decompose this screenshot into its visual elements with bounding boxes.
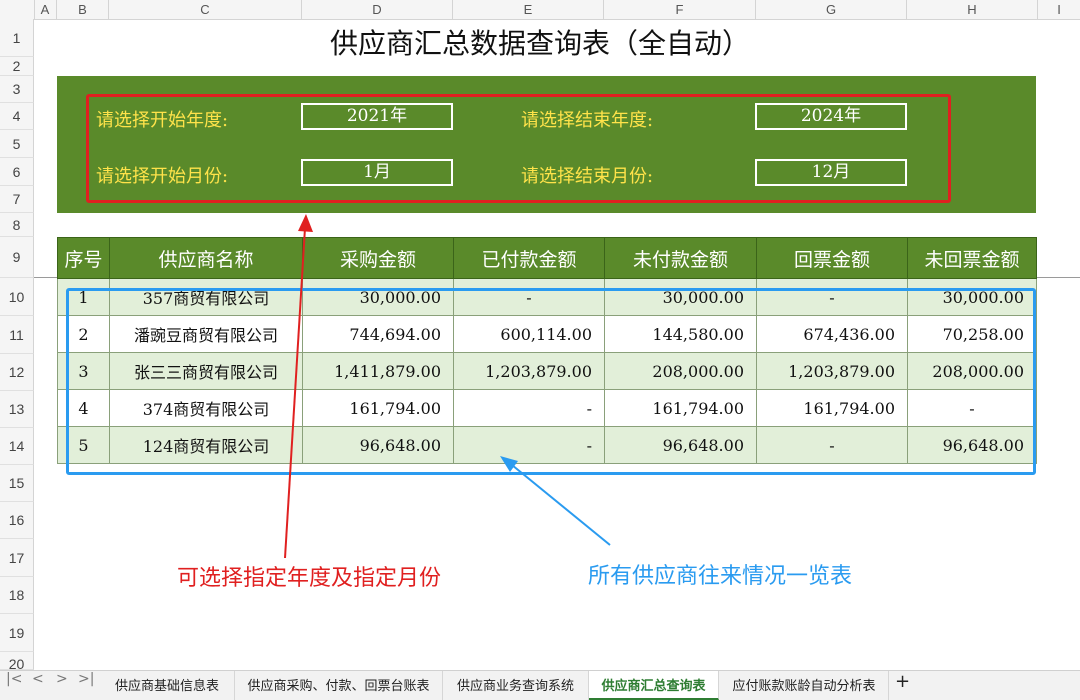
first-sheet-icon[interactable]: |<	[6, 671, 22, 700]
blue-arrow-line	[511, 464, 611, 546]
next-sheet-icon[interactable]: >	[56, 671, 68, 700]
red-arrowhead-icon	[298, 214, 313, 232]
prev-sheet-icon[interactable]: <	[32, 671, 44, 700]
blue-annotation-text: 所有供应商往来情况一览表	[588, 563, 853, 588]
tab-payables-aging[interactable]: 应付账款账龄自动分析表	[720, 671, 889, 700]
sheet-tab-bar: |< < > >| 供应商基础信息表 供应商采购、付款、回票台账表 供应商业务查…	[0, 670, 1080, 700]
last-sheet-icon[interactable]: >|	[78, 671, 94, 700]
blue-arrowhead-icon	[500, 456, 518, 472]
add-sheet-button[interactable]: +	[895, 671, 910, 700]
tab-supplier-basic-info[interactable]: 供应商基础信息表	[100, 671, 235, 700]
red-arrow-line	[284, 227, 306, 559]
tab-supplier-summary[interactable]: 供应商汇总查询表	[589, 671, 719, 700]
red-annotation-text: 可选择指定年度及指定月份	[177, 565, 442, 590]
annotation-arrows	[284, 214, 611, 559]
tab-supplier-ledger[interactable]: 供应商采购、付款、回票台账表	[235, 671, 443, 700]
tab-supplier-query-system[interactable]: 供应商业务查询系统	[443, 671, 589, 700]
